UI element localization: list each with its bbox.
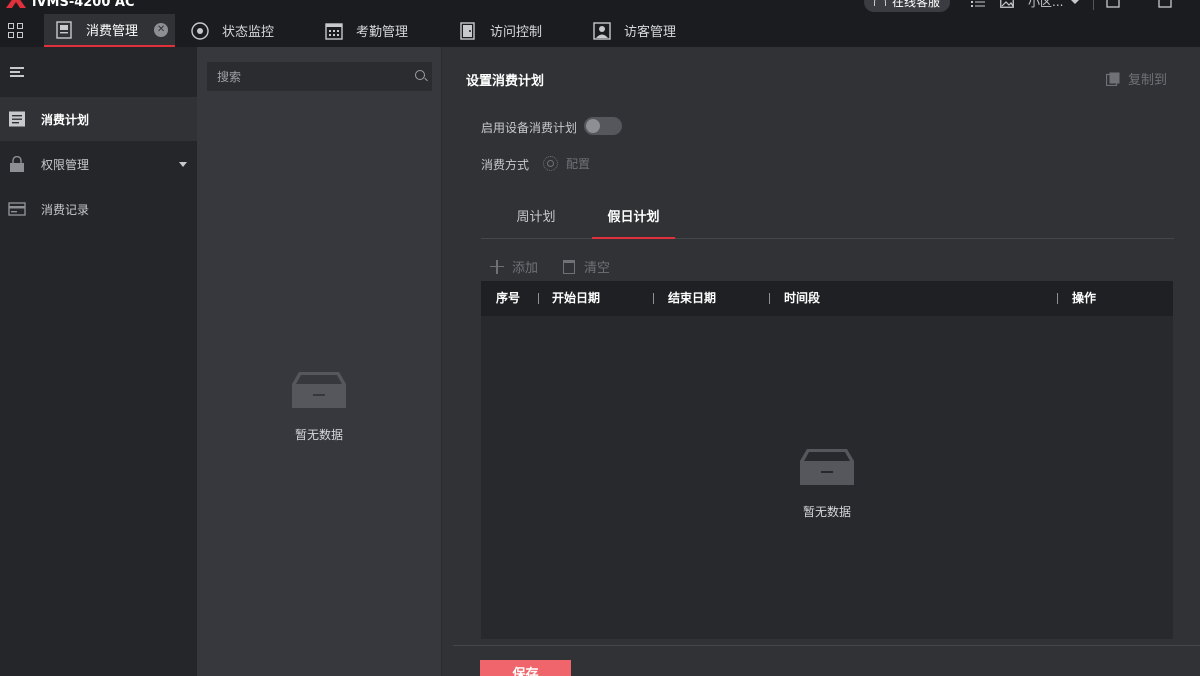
toggle-knob — [586, 119, 600, 133]
column-divider — [1057, 293, 1058, 304]
tab-label: 访客管理 — [624, 25, 677, 40]
consumption-mode-label: 消费方式 — [481, 158, 530, 172]
tab-visitor-management[interactable]: 访客管理 — [592, 14, 676, 47]
copy-to-label: 复制到 — [1128, 73, 1168, 88]
configure-button[interactable]: 配置 — [543, 155, 590, 172]
headset-icon — [874, 0, 886, 6]
minimize-icon[interactable] — [1106, 0, 1120, 8]
enable-plan-label: 启用设备消费计划 — [481, 121, 578, 135]
sidebar-item-label: 消费计划 — [41, 112, 90, 127]
tab-access-control[interactable]: 访问控制 — [458, 14, 542, 47]
table-header: 序号 开始日期 结束日期 时间段 操作 — [481, 281, 1173, 316]
empty-state-text: 暂无数据 — [294, 428, 343, 442]
column-header-start-date: 开始日期 — [552, 291, 601, 305]
titlebar-divider — [1093, 0, 1094, 10]
column-divider — [653, 293, 654, 304]
online-service-button[interactable]: 在线客服 — [864, 0, 950, 12]
visitor-badge-icon — [593, 21, 611, 40]
clear-label: 清空 — [584, 261, 611, 276]
tab-weekly-plan[interactable]: 周计划 — [501, 199, 571, 239]
sidebar: 消费计划 权限管理 消费记录 — [0, 47, 197, 676]
copy-to-button[interactable]: 复制到 — [1106, 69, 1167, 88]
search-input[interactable] — [207, 62, 432, 91]
tab-label: 状态监控 — [222, 25, 275, 40]
tab-label: 消费管理 — [86, 24, 139, 39]
column-header-index: 序号 — [496, 291, 521, 305]
plus-icon — [490, 259, 504, 274]
plan-icon — [9, 111, 25, 127]
column-header-action: 操作 — [1072, 291, 1097, 305]
column-header-end-date: 结束日期 — [668, 291, 717, 305]
add-label: 添加 — [512, 261, 539, 276]
sidebar-item-permission-management[interactable]: 权限管理 — [0, 142, 197, 186]
tab-consumption-management[interactable]: 消费管理 ✕ — [44, 14, 175, 47]
empty-state-text: 暂无数据 — [802, 505, 851, 519]
sidebar-item-consumption-plan[interactable]: 消费计划 — [0, 97, 197, 141]
configure-label: 配置 — [566, 157, 591, 171]
gear-icon — [543, 156, 558, 171]
empty-box-icon — [800, 449, 854, 485]
sidebar-item-label: 消费记录 — [41, 202, 90, 217]
title-bar: iVMS-4200 AC 在线客服 小区... — [0, 0, 1200, 14]
save-button[interactable]: 保存 — [480, 660, 571, 676]
empty-box-icon — [292, 372, 346, 408]
card-record-icon — [8, 202, 26, 216]
clear-button[interactable]: 清空 — [563, 257, 610, 276]
image-icon[interactable] — [1000, 0, 1014, 8]
list-icon[interactable] — [971, 0, 985, 8]
plan-tab-bar: 周计划 假日计划 — [481, 199, 1174, 239]
page-title: 设置消费计划 — [466, 74, 545, 89]
user-name[interactable]: 小区... — [1028, 0, 1063, 10]
tab-holiday-plan[interactable]: 假日计划 — [592, 199, 675, 239]
calendar-icon — [325, 22, 343, 40]
enable-plan-toggle[interactable] — [584, 117, 622, 135]
column-header-time-period: 时间段 — [784, 291, 821, 305]
device-list-panel: 暂无数据 — [197, 47, 442, 676]
column-divider — [538, 293, 539, 304]
app-grid-icon[interactable] — [8, 23, 24, 39]
lock-icon — [10, 156, 24, 172]
add-button[interactable]: 添加 — [490, 257, 538, 276]
holiday-plan-table: 序号 开始日期 结束日期 时间段 操作 暂无数据 — [481, 281, 1173, 639]
module-tab-bar: 消费管理 ✕ 状态监控 考勤管理 访问控制 访客管理 — [0, 14, 1200, 47]
column-divider — [769, 293, 770, 304]
pos-terminal-icon — [56, 20, 72, 39]
tab-attendance-management[interactable]: 考勤管理 — [324, 14, 408, 47]
main-content: 设置消费计划 复制到 启用设备消费计划 消费方式 配置 周计划 假日计划 添加 … — [443, 47, 1200, 676]
sidebar-item-consumption-records[interactable]: 消费记录 — [0, 187, 197, 231]
footer-divider — [453, 645, 1200, 646]
online-service-label: 在线客服 — [892, 0, 941, 9]
door-icon — [460, 21, 475, 40]
tab-label: 考勤管理 — [356, 25, 409, 40]
trash-icon — [563, 259, 575, 274]
sidebar-item-label: 权限管理 — [41, 157, 90, 172]
maximize-icon[interactable] — [1158, 0, 1172, 8]
app-logo — [6, 0, 26, 8]
chevron-down-icon[interactable] — [1070, 0, 1080, 6]
close-tab-icon[interactable]: ✕ — [154, 22, 169, 37]
monitor-dial-icon — [191, 21, 209, 40]
tab-status-monitoring[interactable]: 状态监控 — [190, 14, 274, 47]
app-title: iVMS-4200 AC — [32, 0, 135, 10]
tab-label: 访问控制 — [490, 25, 543, 40]
caret-down-icon[interactable] — [179, 162, 187, 167]
menu-toggle-icon[interactable] — [10, 67, 24, 77]
search-icon[interactable] — [415, 70, 425, 80]
copy-icon — [1106, 72, 1120, 86]
